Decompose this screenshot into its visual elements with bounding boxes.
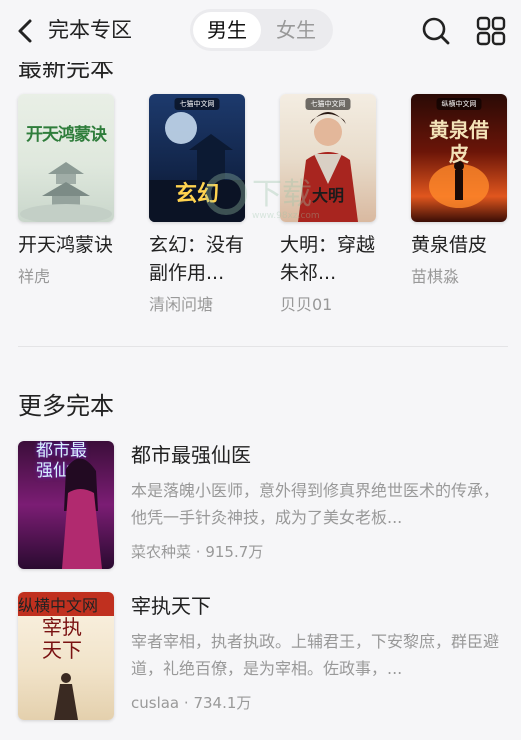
publisher-badge: 七猫中文网 xyxy=(174,98,220,110)
book-cover: 都市最强仙医 xyxy=(18,441,114,569)
svg-text:www.98xz.com: www.98xz.com xyxy=(252,211,320,221)
watermark-text: 下载 xyxy=(252,177,312,212)
word-count: 734.1万 xyxy=(193,694,252,712)
book-title: 大明：穿越朱祁... xyxy=(280,234,376,284)
tab-female[interactable]: 女生 xyxy=(262,12,330,48)
cover-title: 开天鸿蒙诀 xyxy=(26,125,107,145)
book-author: 清闲问塘 xyxy=(149,295,214,314)
word-count: 915.7万 xyxy=(205,543,264,561)
swordsman-illustration xyxy=(54,673,78,720)
book-title: 玄幻：没有副作用... xyxy=(149,234,245,284)
book-author: cuslaa xyxy=(131,694,180,712)
back-arrow-icon[interactable] xyxy=(14,17,38,45)
character-illustration xyxy=(62,458,102,569)
book-title: 黄泉借皮 xyxy=(411,234,488,256)
book-meta: 菜农种菜 · 915.7万 xyxy=(131,543,264,561)
gender-segment-control: 男生 女生 xyxy=(190,9,333,51)
book-author: 贝贝01 xyxy=(280,295,333,314)
book-title: 都市最强仙医 xyxy=(131,443,251,467)
book-title: 宰执天下 xyxy=(131,594,211,618)
book-description: 本是落魄小医师，意外得到修真界绝世医术的传承，他凭一手针灸神技，成为了美女老板.… xyxy=(131,481,500,527)
book-title: 开天鸿蒙诀 xyxy=(18,234,114,256)
publisher-badge: 七猫中文网 xyxy=(305,98,351,110)
watermark-logo: 下载 www.98xz.com xyxy=(206,173,320,221)
book-cover: 开天鸿蒙诀 xyxy=(18,94,114,222)
book-author: 苗棋淼 xyxy=(411,267,460,286)
pagoda-illustration xyxy=(20,162,112,222)
book-card[interactable]: 纵横中文网 黄泉借皮 黄泉借皮 苗棋淼 xyxy=(411,94,509,287)
top-nav-bar: 完本专区 男生 女生 xyxy=(0,0,521,62)
cover-title: 黄泉借皮 xyxy=(429,118,489,166)
section-divider xyxy=(18,346,508,347)
tab-male[interactable]: 男生 xyxy=(193,12,261,48)
publisher-badge: 纵横中文网 xyxy=(436,98,482,110)
book-description: 宰者宰相，执者执政。上辅君王，下安黎庶，群臣避道，礼绝百僚，是为宰相。佐政事，.… xyxy=(131,632,500,678)
book-cover: 纵横中文网 黄泉借皮 xyxy=(411,94,507,222)
book-cover: 纵横中文网 宰执天下 xyxy=(18,592,114,720)
list-item[interactable]: 纵横中文网 宰执天下 宰执天下 宰者宰相，执者执政。上辅君王，下安黎庶，群臣避道… xyxy=(18,592,508,720)
section-title-more-finished: 更多完本 xyxy=(18,392,114,420)
book-author: 祥虎 xyxy=(18,267,51,286)
page-title: 完本专区 xyxy=(48,18,132,42)
list-item[interactable]: 都市最强仙医 都市最强仙医 本是落魄小医师，意外得到修真界绝世医术的传承，他凭一… xyxy=(18,441,508,569)
book-meta: cuslaa · 734.1万 xyxy=(131,694,252,712)
category-grid-icon[interactable] xyxy=(476,16,506,46)
search-icon[interactable] xyxy=(421,16,451,46)
book-author: 菜农种菜 xyxy=(131,543,192,561)
book-card[interactable]: 开天鸿蒙诀 开天鸿蒙诀 祥虎 xyxy=(18,94,116,287)
